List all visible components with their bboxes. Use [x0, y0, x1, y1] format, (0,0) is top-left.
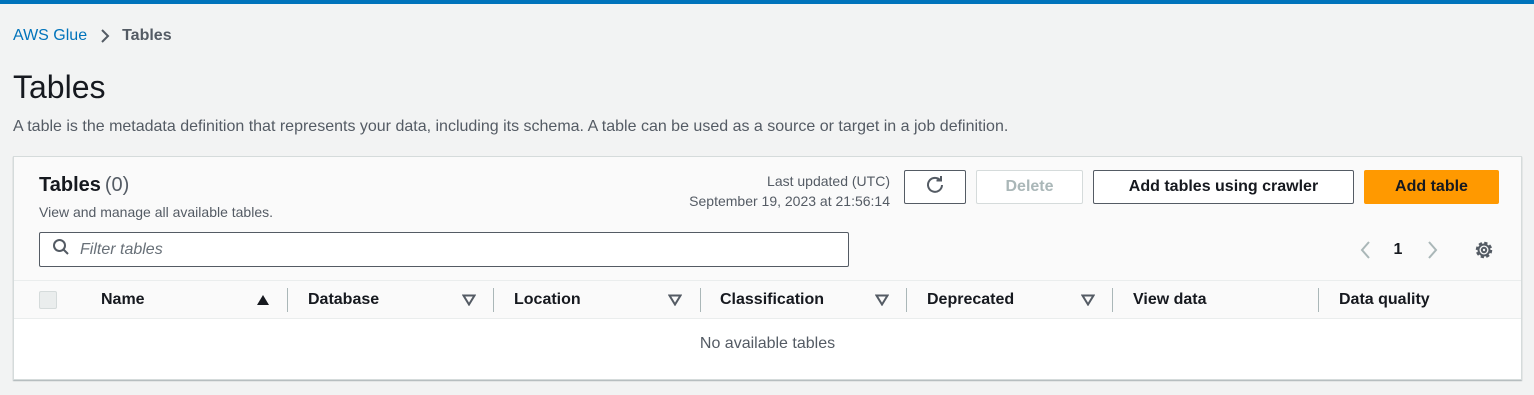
column-header-location[interactable]: Location [514, 281, 581, 319]
column-divider [493, 288, 494, 312]
empty-state-message: No available tables [699, 335, 836, 352]
breadcrumb-aws-glue[interactable]: AWS Glue [13, 27, 87, 45]
last-updated-label: Last updated (UTC) [767, 173, 890, 189]
column-divider [1318, 288, 1319, 312]
chevron-left-icon[interactable] [1357, 238, 1373, 262]
sort-descending-icon[interactable] [1081, 281, 1095, 319]
refresh-button[interactable] [904, 170, 966, 204]
add-tables-using-crawler-button[interactable]: Add tables using crawler [1093, 170, 1354, 204]
sort-descending-icon[interactable] [875, 281, 889, 319]
column-divider [1112, 288, 1113, 312]
panel-title: Tables (0) [39, 174, 129, 197]
column-header-name[interactable]: Name [101, 281, 145, 319]
delete-button[interactable]: Delete [976, 170, 1083, 204]
table-header-row: Name Database Location Classification De… [14, 281, 1521, 319]
panel-description: View and manage all available tables. [39, 204, 274, 220]
page-title: Tables [13, 69, 106, 105]
panel-header: Tables (0) View and manage all available … [14, 157, 1521, 281]
column-header-data-quality: Data quality [1339, 291, 1430, 308]
pagination-current-page[interactable]: 1 [1390, 238, 1406, 262]
gear-icon[interactable] [1472, 238, 1496, 262]
sort-ascending-icon[interactable] [256, 281, 270, 319]
chevron-right-icon[interactable] [1425, 238, 1441, 262]
sort-descending-icon[interactable] [668, 281, 682, 319]
refresh-icon [925, 175, 945, 200]
tables-panel: Tables (0) View and manage all available … [13, 156, 1522, 380]
panel-title-text: Tables [39, 174, 101, 196]
select-all-checkbox[interactable] [39, 291, 57, 309]
last-updated: Last updated (UTC) September 19, 2023 at… [689, 171, 890, 211]
top-accent-bar [0, 0, 1534, 4]
column-header-deprecated[interactable]: Deprecated [927, 281, 1014, 319]
breadcrumb: AWS Glue Tables [13, 27, 172, 45]
column-header-view-data: View data [1133, 291, 1207, 308]
column-divider [906, 288, 907, 312]
column-divider [287, 288, 288, 312]
column-header-database[interactable]: Database [308, 281, 379, 319]
chevron-right-icon [100, 28, 110, 44]
column-header-classification[interactable]: Classification [720, 281, 824, 319]
column-divider [700, 288, 701, 312]
panel-count: (0) [104, 174, 130, 196]
sort-descending-icon[interactable] [462, 281, 476, 319]
add-table-button[interactable]: Add table [1364, 170, 1499, 204]
search-icon [52, 238, 70, 261]
last-updated-value: September 19, 2023 at 21:56:14 [689, 193, 890, 209]
breadcrumb-current: Tables [122, 27, 172, 44]
filter-placeholder: Filter tables [80, 240, 163, 258]
page-description: A table is the metadata definition that … [13, 118, 1009, 135]
filter-tables-input[interactable]: Filter tables [39, 232, 849, 267]
